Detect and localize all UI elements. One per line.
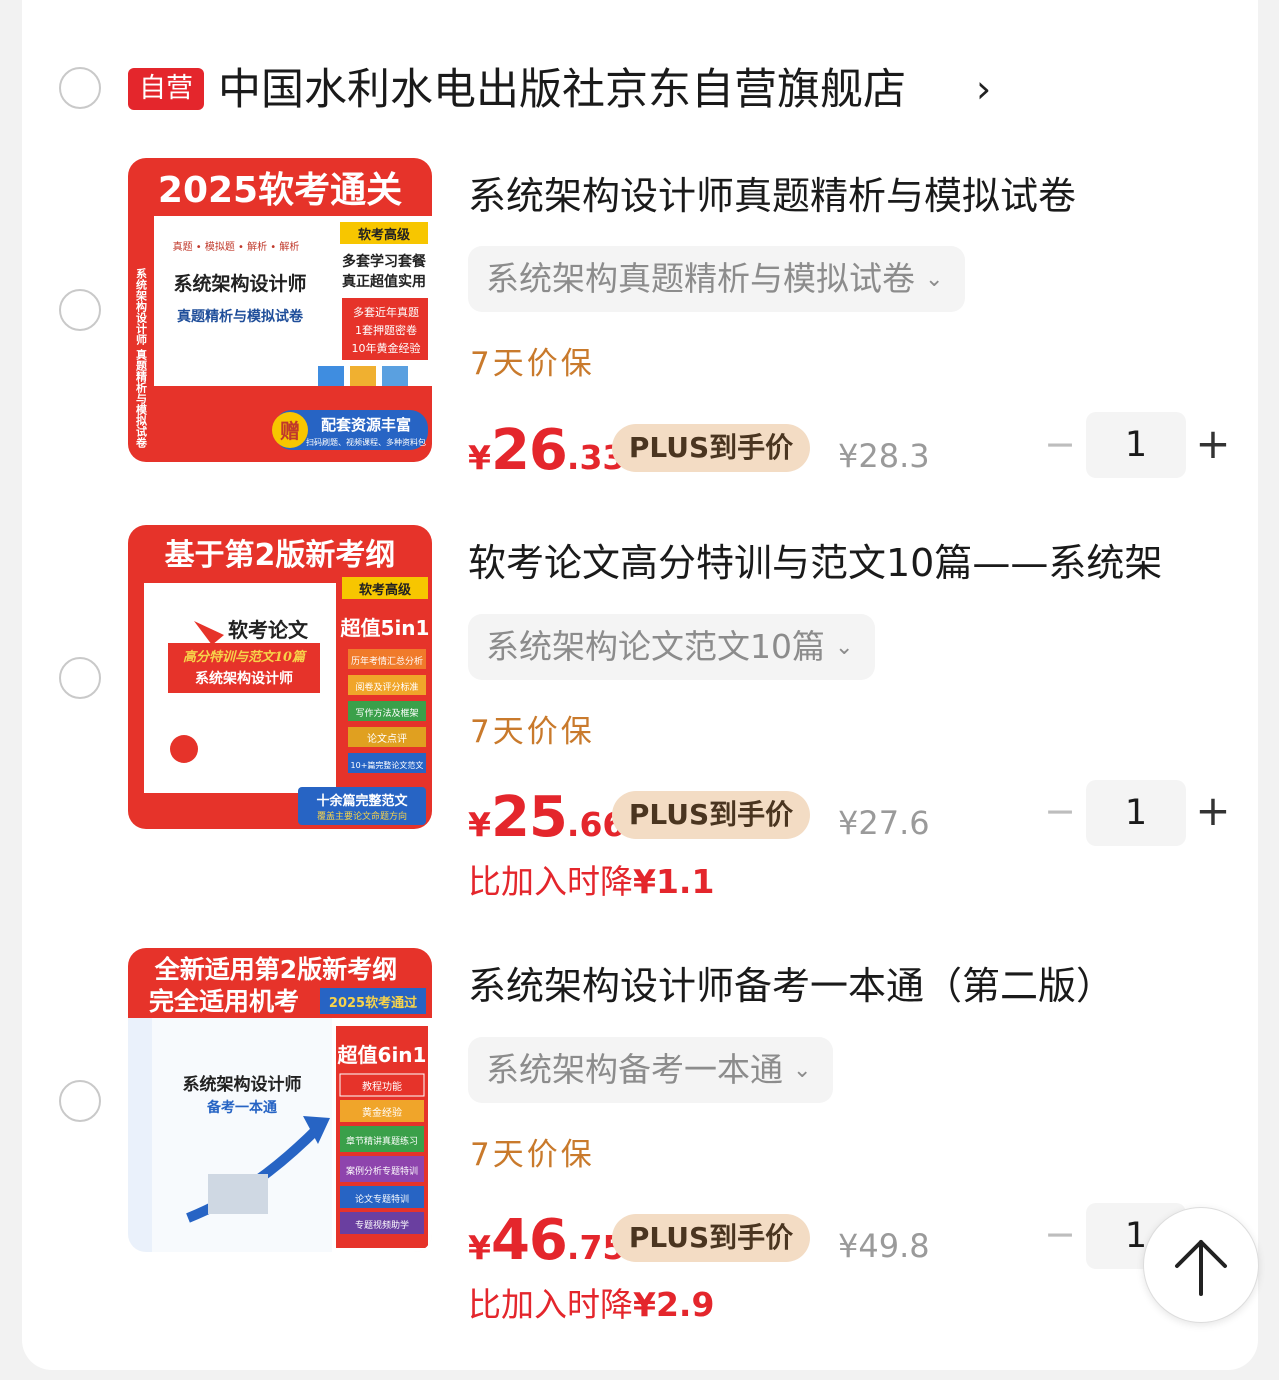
cover-banner: 基于第2版新考纲	[165, 538, 396, 573]
cover-footer: 十余篇完整范文	[316, 793, 408, 809]
plus-price-badge: PLUS到手价	[612, 424, 810, 472]
back-to-top-button[interactable]	[1143, 1207, 1259, 1323]
cover-badge: 2025软考通过	[329, 995, 417, 1011]
quantity-decrease-button[interactable]: −	[1040, 787, 1080, 835]
product-image[interactable]: 基于第2版新考纲 软考论文 高分特训与范文10篇 系统架构设计师 软考高级 超值…	[128, 525, 432, 829]
cover-point-2: 1套押题密卷	[355, 323, 417, 337]
cover-footer-sub: 覆盖主要论文命题方向	[317, 810, 407, 822]
product-title[interactable]: 软考论文高分特训与范文10篇——系统架	[468, 535, 1218, 591]
cover-list-3: 写作方法及框架	[355, 707, 418, 719]
original-price: ¥28.3	[838, 437, 930, 475]
price-guarantee: 7天价保	[470, 346, 595, 382]
plus-price-badge: PLUS到手价	[612, 1214, 810, 1262]
cover-slogan-2: 真正超值实用	[342, 273, 426, 290]
cover-combo: 超值6in1	[337, 1043, 427, 1067]
variant-label: 系统架构论文范文10篇	[486, 627, 825, 666]
cover-tags: 真题 • 模拟题 • 解析 • 解析	[173, 240, 300, 253]
product-title[interactable]: 系统架构设计师真题精析与模拟试卷	[468, 168, 1218, 224]
price-drop-value: ¥1.1	[633, 862, 715, 901]
cover-gift-badge: 赠	[280, 419, 300, 443]
cover-banner-2: 完全适用机考	[149, 987, 299, 1016]
variant-selector[interactable]: 系统架构备考一本通 ⌄	[468, 1037, 834, 1103]
quantity-increase-button[interactable]: +	[1190, 420, 1236, 468]
cover-banner: 2025软考通关	[158, 170, 402, 211]
price-integer: 25	[490, 785, 568, 850]
cover-book-title: 系统架构设计师	[173, 272, 306, 295]
cover-book-sub-2: 系统架构设计师	[195, 670, 293, 687]
cover-book-sub: 真题精析与模拟试卷	[177, 308, 304, 325]
currency-symbol: ¥	[468, 438, 491, 477]
price-drop-label: 比加入时降	[468, 862, 633, 901]
chevron-down-icon: ⌄	[925, 267, 944, 292]
cover-list-5: 10+篇完整论文范文	[351, 760, 424, 770]
item-select-radio[interactable]	[59, 289, 101, 331]
plus-price-badge: PLUS到手价	[612, 791, 810, 839]
cover-list-2: 阅卷及评分标准	[355, 681, 418, 693]
cover-slogan-1: 多套学习套餐	[342, 253, 427, 270]
product-title[interactable]: 系统架构设计师备考一本通（第二版）	[468, 958, 1218, 1014]
cover-combo: 超值5in1	[340, 616, 430, 640]
currency-symbol: ¥	[468, 1228, 491, 1267]
price-drop-value: ¥2.9	[633, 1285, 715, 1324]
cover-book-title: 系统架构设计师	[183, 1074, 302, 1095]
arrow-up-icon	[1175, 1240, 1227, 1296]
cover-level: 软考高级	[359, 582, 412, 598]
price: ¥26.33	[468, 418, 625, 483]
original-price: ¥27.6	[838, 804, 930, 842]
price-drop-notice: 比加入时降¥1.1	[468, 858, 714, 906]
cover-list-4: 案例分析专题特训	[346, 1165, 418, 1177]
cover-point-1: 多套近年真题	[353, 305, 419, 319]
price-drop-label: 比加入时降	[468, 1285, 633, 1324]
price-integer: 46	[490, 1208, 568, 1273]
cover-list-1: 教程功能	[362, 1080, 402, 1093]
price: ¥25.66	[468, 785, 625, 850]
item-select-radio[interactable]	[59, 1080, 101, 1122]
variant-label: 系统架构真题精析与模拟试卷	[486, 259, 915, 298]
quantity-decrease-button[interactable]: −	[1040, 1210, 1080, 1258]
cover-spine: 系统架构设计师 真题精析与模拟试卷	[135, 267, 149, 448]
cover-banner-1: 全新适用第2版新考纲	[154, 955, 397, 984]
quantity-decrease-button[interactable]: −	[1040, 420, 1080, 468]
quantity-input[interactable]: 1	[1086, 412, 1186, 478]
price-drop-notice: 比加入时降¥2.9	[468, 1281, 714, 1329]
shop-name[interactable]: 中国水利水电出版社京东自营旗舰店	[218, 62, 906, 118]
chevron-right-icon[interactable]: ›	[976, 66, 991, 112]
cover-list-5: 论文专题特训	[355, 1193, 409, 1205]
variant-selector[interactable]: 系统架构论文范文10篇 ⌄	[468, 614, 876, 680]
self-operated-badge: 自营	[128, 68, 204, 110]
price-integer: 26	[490, 418, 568, 483]
cover-point-3: 10年黄金经验	[352, 341, 421, 355]
cover-book-title: 软考论文	[228, 618, 309, 642]
variant-label: 系统架构备考一本通	[486, 1050, 783, 1089]
chevron-down-icon: ⌄	[793, 1058, 812, 1083]
item-select-radio[interactable]	[59, 657, 101, 699]
cover-gift-sub: 扫码刷题、视频课程、多种资料包	[306, 437, 426, 447]
quantity-input[interactable]: 1	[1086, 780, 1186, 846]
shop-select-radio[interactable]	[59, 67, 101, 109]
price-guarantee: 7天价保	[470, 714, 595, 750]
original-price: ¥49.8	[838, 1227, 930, 1265]
variant-selector[interactable]: 系统架构真题精析与模拟试卷 ⌄	[468, 246, 966, 312]
cover-gift: 配套资源丰富	[321, 416, 411, 434]
cover-book-sub: 备考一本通	[206, 1099, 277, 1116]
cover-list-3: 章节精讲真题练习	[346, 1135, 418, 1147]
quantity-increase-button[interactable]: +	[1190, 787, 1236, 835]
price: ¥46.75	[468, 1208, 625, 1273]
cover-list-6: 专题视频助学	[355, 1219, 409, 1231]
currency-symbol: ¥	[468, 805, 491, 844]
cover-list-1: 历年考情汇总分析	[351, 655, 423, 667]
cover-list-2: 黄金经验	[362, 1106, 402, 1119]
price-guarantee: 7天价保	[470, 1137, 595, 1173]
cover-list-4: 论文点评	[367, 732, 407, 745]
cover-level: 软考高级	[358, 227, 411, 243]
product-image[interactable]: 全新适用第2版新考纲 完全适用机考 2025软考通过 系统架构设计师 备考一本通…	[128, 948, 432, 1252]
product-image[interactable]: 2025软考通关 系统架构设计师 真题精析与模拟试卷 真题 • 模拟题 • 解析…	[128, 158, 432, 462]
cover-book-sub: 高分特训与范文10篇	[183, 649, 307, 665]
chevron-down-icon: ⌄	[835, 635, 854, 660]
